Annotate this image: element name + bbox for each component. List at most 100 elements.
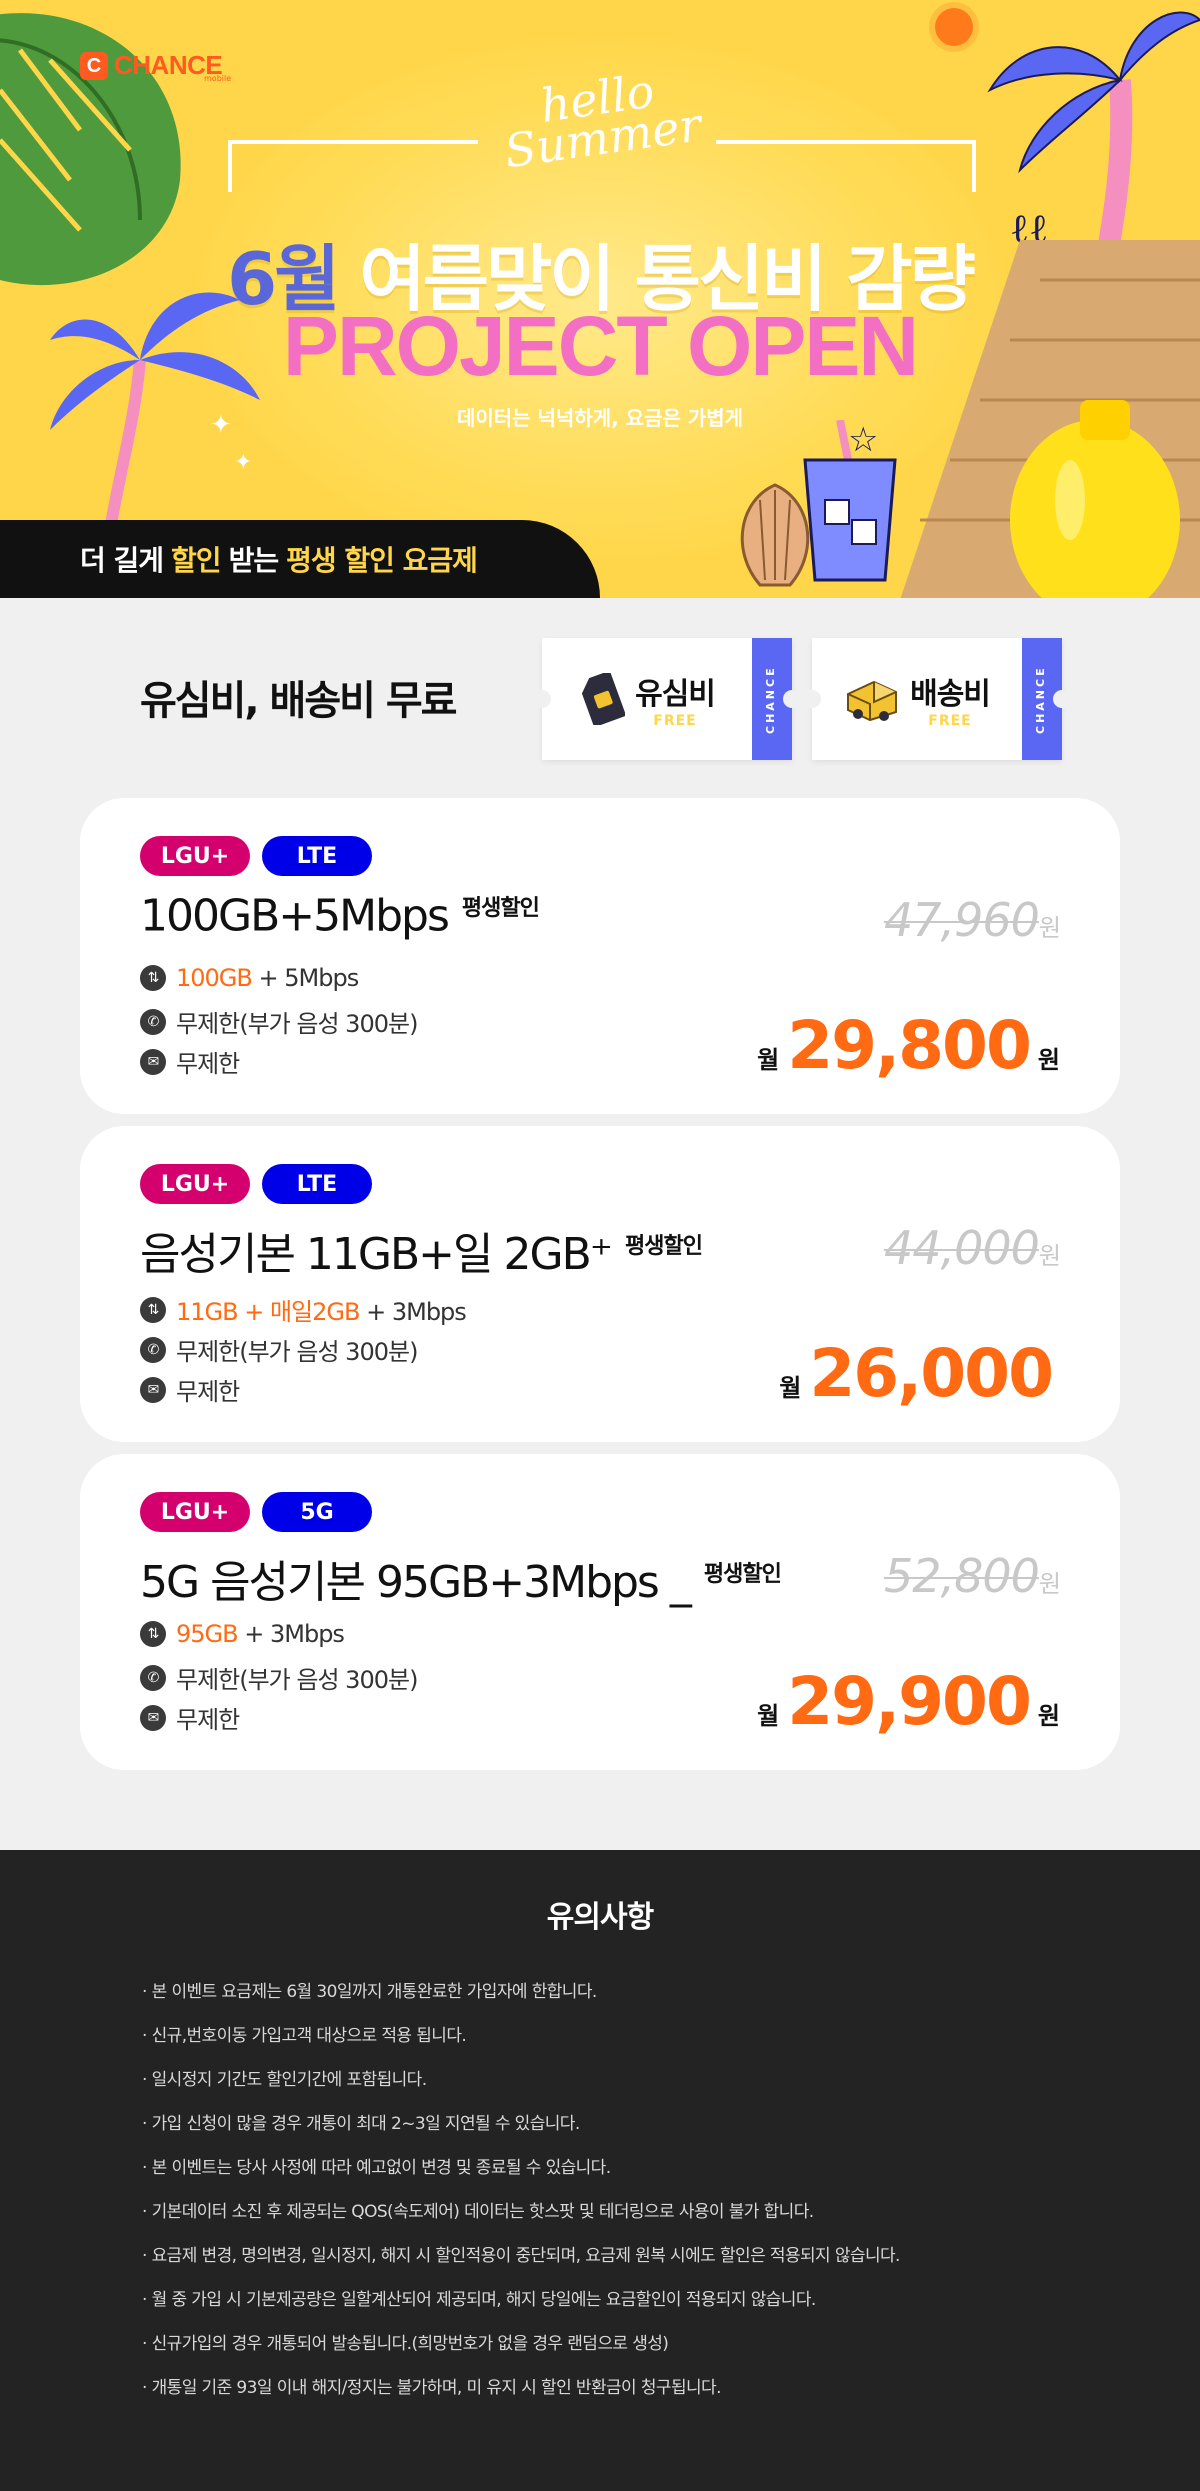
feature-voice: ✆ 무제한(부가 음성 300분) — [140, 1660, 418, 1695]
chat-icon: ✉ — [140, 1704, 166, 1731]
feature-sms: ✉ 무제한 — [140, 1700, 240, 1735]
brand-sub: mobile — [204, 74, 232, 83]
notice-item: 일시정지 기간도 할인기간에 포함됩니다. — [142, 2058, 900, 2102]
ticket-main: 유심비 FREE — [542, 638, 752, 760]
chat-icon: ✉ — [140, 1048, 166, 1075]
notice-item: 본 이벤트는 당사 사정에 따라 예고없이 변경 및 종료될 수 있습니다. — [142, 2146, 900, 2190]
carrier-badge: LGU+ — [140, 1164, 250, 1204]
ticket-stub-label: CHANCE — [1034, 665, 1047, 734]
free-section-title: 유심비, 배송비 무료 — [140, 678, 457, 724]
data-highlight: 11GB + 매일2GB — [176, 1298, 360, 1326]
price-amount: 29,800 — [787, 1007, 1032, 1084]
plan-name: 5G 음성기본 95GB+3Mbps _ 평생할인 — [140, 1546, 782, 1610]
notice-item: 요금제 변경, 명의변경, 일시정지, 해지 시 할인적용이 중단되며, 요금제… — [142, 2234, 901, 2278]
network-badge: LTE — [262, 836, 372, 876]
plan-badges: LGU+ LTE — [140, 836, 372, 876]
chat-icon: ✉ — [140, 1376, 166, 1403]
feature-data: ⇅ 95GB + 3Mbps — [140, 1620, 345, 1648]
voice-text: 무제한(부가 음성 300분) — [176, 1666, 418, 1694]
feature-data: ⇅ 11GB + 매일2GB + 3Mbps — [140, 1292, 467, 1327]
ticket-text: 유심비 FREE — [635, 669, 716, 729]
price-prefix: 월 — [757, 1046, 780, 1074]
original-price-value: 47,960 — [883, 893, 1040, 947]
ticket-free-label: FREE — [928, 713, 972, 729]
price-unit: 원 — [1037, 1702, 1060, 1730]
notice-item: 신규가입의 경우 개통되어 발송됩니다.(희망번호가 없을 경우 랜덤으로 생성… — [142, 2322, 900, 2366]
plan-badges: LGU+ LTE — [140, 1164, 372, 1204]
banner-highlight: 할인 — [171, 544, 222, 577]
price-prefix: 월 — [779, 1374, 802, 1402]
original-price-value: 44,000 — [883, 1221, 1040, 1275]
discount-price: 월 29,900 원 — [757, 1663, 1060, 1740]
notice-item: 신규,번호이동 가입고객 대상으로 적용 됩니다. — [142, 2014, 900, 2058]
original-price: 44,000원 — [883, 1221, 1061, 1275]
sms-text: 무제한 — [176, 1050, 240, 1078]
chance-logo-icon: C — [80, 51, 108, 80]
notice-item: 본 이벤트 요금제는 6월 30일까지 개통완료한 가입자에 한합니다. — [142, 1970, 900, 2014]
ticket-usim-free: 유심비 FREE CHANCE — [533, 638, 801, 760]
brand-logo[interactable]: C CHANCE — [80, 50, 223, 81]
frame-line — [228, 140, 478, 144]
plan-card[interactable]: LGU+ LTE 음성기본 11GB+일 2GB⁺ 평생할인 ⇅ 11GB + 매… — [80, 1126, 1120, 1442]
discount-price: 월 29,800 원 — [757, 1007, 1060, 1084]
data-transfer-icon: ⇅ — [140, 1296, 166, 1323]
sms-text: 무제한 — [176, 1378, 240, 1406]
ticket-main: 배송비 FREE — [812, 638, 1022, 760]
frame-line — [972, 140, 976, 192]
price-unit: 원 — [1037, 1046, 1060, 1074]
data-highlight: 100GB — [176, 964, 253, 992]
ticket-name: 배송비 — [910, 677, 991, 712]
carrier-badge: LGU+ — [140, 1492, 250, 1532]
ticket-name: 유심비 — [635, 677, 716, 712]
ticket-notch — [1053, 690, 1071, 708]
plan-name: 100GB+5Mbps 평생할인 — [140, 890, 540, 942]
notice-title: 유의사항 — [546, 1900, 654, 1935]
banner-text: 받는 — [228, 544, 280, 577]
data-rest: + 5Mbps — [251, 964, 360, 992]
data-transfer-icon: ⇅ — [140, 1621, 166, 1647]
notice-item: 기본데이터 소진 후 제공되는 QOS(속도제어) 데이터는 핫스팟 및 테더링… — [142, 2190, 900, 2234]
hero-banner: ✦ ✦ ℓℓ ☆ C CHANCE mobile hello Summer 6월… — [0, 0, 1200, 598]
data-rest: + 3Mbps — [359, 1298, 467, 1326]
sim-card-icon — [582, 673, 626, 725]
feature-voice: ✆ 무제한(부가 음성 300분) — [140, 1004, 418, 1039]
sparkle-icon: ✦ — [234, 450, 253, 475]
delivery-truck-icon — [847, 680, 898, 722]
data-highlight: 95GB — [176, 1620, 239, 1648]
sms-text: 무제한 — [176, 1706, 240, 1734]
seashell-icon — [740, 483, 810, 587]
original-price: 52,800원 — [884, 1549, 1061, 1603]
hero-subtitle: 데이터는 넉넉하게, 요금은 가볍게 — [456, 406, 744, 430]
project-open-title: PROJECT OPEN — [282, 299, 919, 393]
plan-card[interactable]: LGU+ LTE 100GB+5Mbps 평생할인 ⇅ 100GB + 5Mbps… — [80, 798, 1120, 1114]
discount-price: 월 26,000 — [779, 1335, 1060, 1412]
original-price-unit: 원 — [1038, 1570, 1061, 1598]
feature-voice: ✆ 무제한(부가 음성 300분) — [140, 1332, 418, 1367]
notice-section: 유의사항 본 이벤트 요금제는 6월 30일까지 개통완료한 가입자에 한합니다… — [0, 1850, 1200, 2491]
original-price-unit: 원 — [1038, 914, 1061, 942]
notice-item: 월 중 가입 시 기본제공량은 일할계산되어 제공되며, 해지 당일에는 요금할… — [142, 2278, 900, 2322]
plan-name: 음성기본 11GB+일 2GB⁺ 평생할인 — [140, 1218, 703, 1282]
ticket-text: 배송비 FREE — [910, 669, 991, 729]
plan-name-text: 5G 음성기본 95GB+3Mbps _ — [140, 1557, 692, 1608]
data-transfer-icon: ⇅ — [140, 965, 166, 991]
price-amount: 26,000 — [809, 1335, 1054, 1412]
network-badge: 5G — [262, 1492, 372, 1532]
banner-text: 더 길게 — [80, 544, 164, 577]
network-badge: LTE — [262, 1164, 372, 1204]
price-amount: 29,900 — [787, 1663, 1032, 1740]
original-price-unit: 원 — [1038, 1242, 1061, 1270]
data-rest: + 3Mbps — [237, 1620, 345, 1648]
plan-card[interactable]: LGU+ 5G 5G 음성기본 95GB+3Mbps _ 평생할인 ⇅ 95GB … — [80, 1454, 1120, 1770]
phone-icon: ✆ — [140, 1664, 166, 1691]
notice-item: 개통일 기준 93일 이내 해지/정지는 불가하며, 미 유지 시 할인 반환금… — [142, 2366, 900, 2410]
carrier-badge: LGU+ — [140, 836, 250, 876]
plan-tag: 평생할인 — [703, 1562, 782, 1588]
ticket-stub-label: CHANCE — [764, 665, 777, 734]
plan-tag: 평생할인 — [625, 1234, 703, 1260]
ticket-free-label: FREE — [653, 713, 697, 729]
notice-list: 본 이벤트 요금제는 6월 30일까지 개통완료한 가입자에 한합니다. 신규,… — [142, 1970, 901, 2410]
plan-name-text: 100GB+5Mbps — [140, 890, 450, 942]
phone-icon: ✆ — [140, 1008, 166, 1035]
frame-line — [228, 140, 232, 192]
